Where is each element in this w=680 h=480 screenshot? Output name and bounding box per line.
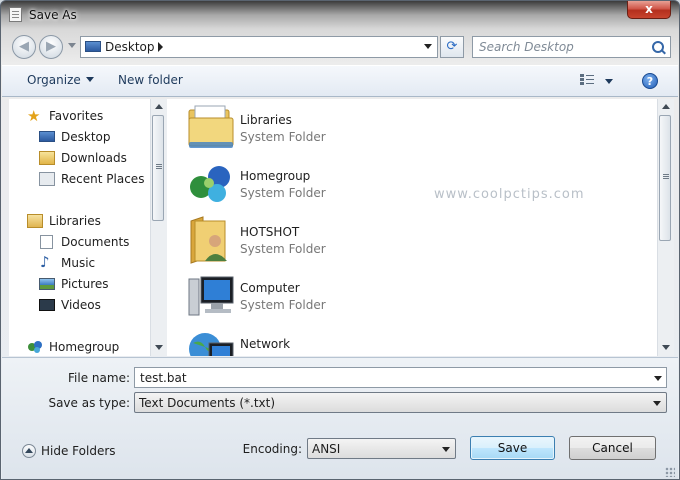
scroll-down-arrow-icon[interactable] [662,345,670,350]
downloads-folder-icon [39,151,55,165]
organize-label: Organize [27,73,81,87]
encoding-label: Encoding: [242,442,302,456]
libraries-icon [188,105,234,148]
scroll-up-arrow-icon[interactable] [662,104,670,109]
window-title: Save As [29,8,77,22]
scroll-down-arrow-icon[interactable] [155,345,163,350]
scrollbar-thumb[interactable] [152,115,164,221]
file-type: System Folder [240,130,326,144]
breadcrumb-desktop[interactable]: Desktop [105,40,155,54]
list-item[interactable]: HOTSHOT System Folder [167,211,567,267]
file-list: Libraries System Folder Homegroup System… [167,99,674,356]
scroll-up-arrow-icon[interactable] [155,104,163,109]
save-type-select[interactable]: Text Documents (*.txt) [134,392,667,413]
list-item[interactable]: Network [167,323,567,356]
hide-folders-button[interactable]: Hide Folders [2,358,132,479]
computer-icon [188,276,234,316]
sidebar-label: Music [61,256,96,270]
hide-folders-label: Hide Folders [41,444,116,458]
encoding-value: ANSI [312,442,341,456]
forward-arrow-icon: ▶ [46,39,56,54]
file-name: Computer [240,281,300,295]
user-folder-icon [190,216,227,264]
close-button[interactable]: x [627,1,671,19]
help-icon[interactable]: ? [642,73,658,89]
file-list-scrollbar[interactable] [657,99,674,356]
view-options-caret-icon[interactable] [605,79,613,84]
refresh-icon: ⟳ [446,39,458,54]
sidebar-label: Documents [61,235,130,249]
organize-caret-icon [85,77,94,82]
back-arrow-icon: ◀ [19,39,29,54]
documents-icon [40,235,53,249]
navigation-pane-scrollbar[interactable] [150,99,167,356]
recent-places-icon [39,172,55,186]
collapse-icon [22,444,36,458]
file-type: System Folder [240,186,326,200]
save-button[interactable]: Save [470,436,555,460]
organize-button[interactable]: Organize [27,73,94,87]
sidebar-label: Desktop [61,130,111,144]
star-icon: ★ [27,107,41,125]
file-name-value: test.bat [140,371,187,385]
homegroup-icon [190,166,230,202]
encoding-select[interactable]: ANSI [307,438,456,459]
forward-button[interactable]: ▶ [39,35,63,59]
network-icon [189,333,234,356]
new-folder-button[interactable]: New folder [118,73,183,87]
sidebar-label: Homegroup [49,340,120,354]
homegroup-icon [27,340,43,354]
desktop-icon [85,41,101,52]
address-dropdown-icon[interactable] [424,44,432,49]
file-name: HOTSHOT [240,225,300,239]
file-name: Network [240,337,291,351]
sidebar-label: Favorites [49,109,104,123]
scrollbar-thumb[interactable] [659,115,671,241]
search-placeholder: Search Desktop [479,40,574,54]
title-bar[interactable]: Save As x [1,1,679,31]
save-options-panel: File name: test.bat Save as type: Text D… [2,357,678,479]
navigation-pane: ★ Favorites Desktop Downloads Recent Pla… [9,99,167,356]
address-bar[interactable]: Desktop [80,36,438,58]
file-name-field[interactable]: test.bat [134,367,667,388]
chevron-down-icon [442,447,450,452]
command-bar: Organize New folder ? [2,65,678,97]
music-note-icon: ♪ [40,253,50,271]
pictures-icon [39,278,55,290]
search-input[interactable]: Search Desktop [472,36,671,58]
refresh-button[interactable]: ⟳ [440,36,464,58]
list-item[interactable]: Libraries System Folder [167,99,567,155]
list-item[interactable]: Homegroup System Folder [167,155,567,211]
sidebar-label: Recent Places [61,172,145,186]
chevron-down-icon [653,401,661,406]
file-name: Libraries [240,113,292,127]
document-icon [9,7,22,22]
save-type-value: Text Documents (*.txt) [139,396,276,410]
cancel-button[interactable]: Cancel [569,436,656,460]
change-view-icon[interactable] [580,74,594,86]
libraries-icon [27,214,43,228]
videos-icon [39,299,55,311]
file-name: Homegroup [240,169,311,183]
sidebar-label: Libraries [49,214,101,228]
sidebar-label: Downloads [61,151,127,165]
file-name-dropdown-icon[interactable] [654,376,662,381]
breadcrumb-chevron-icon[interactable] [158,42,163,52]
resize-grip-icon[interactable] [665,467,675,477]
recent-pages-dropdown-icon[interactable] [68,43,76,48]
sidebar-label: Pictures [61,277,109,291]
search-icon[interactable] [652,41,664,53]
save-as-dialog: Save As x ◀ ▶ Desktop ⟳ Search Desktop O… [0,0,680,480]
desktop-icon [39,131,55,142]
sidebar-label: Videos [61,298,101,312]
back-button[interactable]: ◀ [12,35,36,59]
watermark-text: www.coolpctips.com [434,187,585,202]
file-type: System Folder [240,298,326,312]
list-item[interactable]: Computer System Folder [167,267,567,323]
file-type: System Folder [240,242,326,256]
